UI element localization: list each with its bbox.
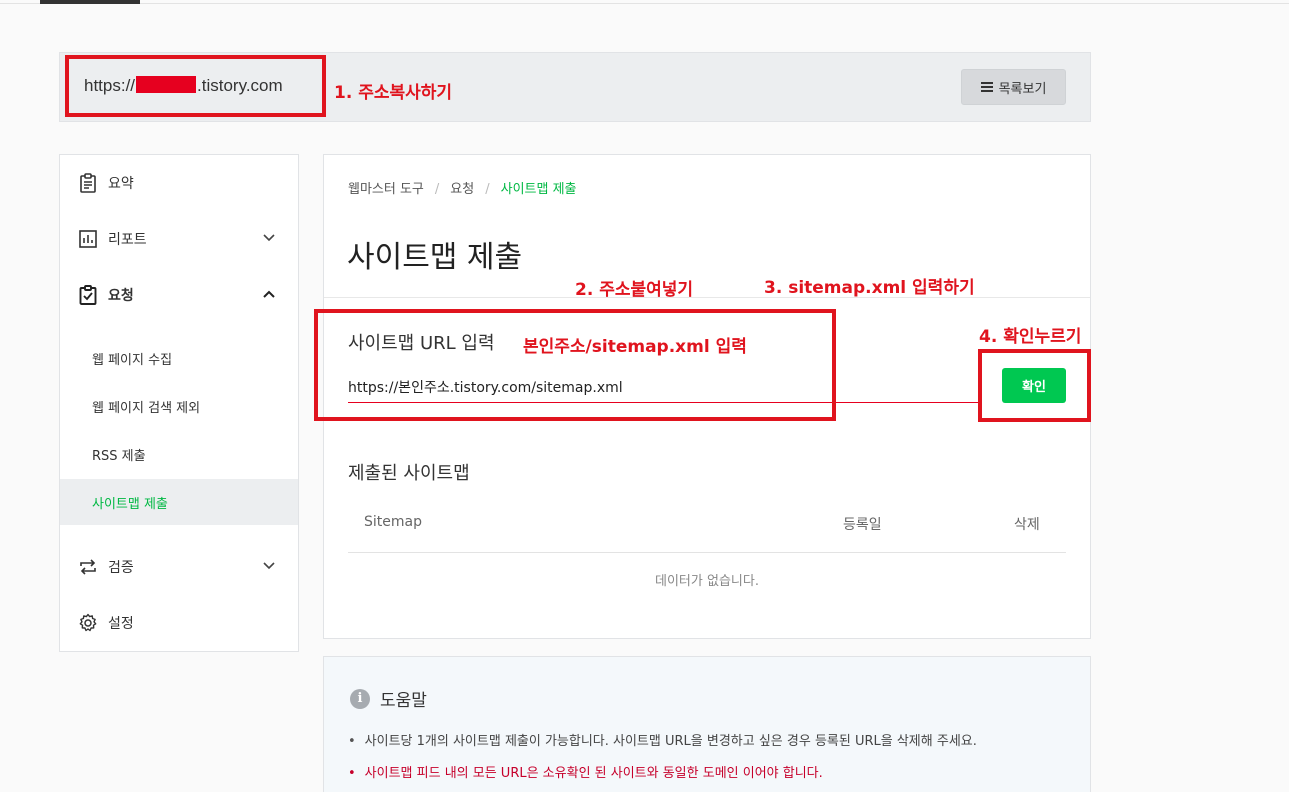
clipboard-icon bbox=[78, 173, 98, 193]
sidebar-subitem-label: 웹 페이지 검색 제외 bbox=[92, 400, 201, 416]
annotation-box-confirm bbox=[978, 349, 1091, 422]
swap-arrows-icon bbox=[78, 557, 98, 577]
top-tab-bar bbox=[0, 0, 1289, 4]
sidebar-item-settings[interactable]: 설정 bbox=[60, 603, 298, 643]
submitted-sitemap-title: 제출된 사이트맵 bbox=[348, 463, 470, 484]
chevron-up-icon bbox=[263, 290, 275, 298]
empty-table-message: 데이터가 없습니다. bbox=[655, 574, 759, 589]
breadcrumb-separator: / bbox=[485, 182, 490, 197]
sidebar-subitem-sitemap[interactable]: 사이트맵 제출 bbox=[60, 479, 298, 525]
sidebar-item-label: 요청 bbox=[108, 288, 134, 304]
list-view-button[interactable]: 목록보기 bbox=[961, 69, 1066, 105]
breadcrumb-current: 사이트맵 제출 bbox=[500, 182, 577, 197]
info-icon: i bbox=[350, 688, 370, 709]
sidebar-item-label: 요약 bbox=[108, 176, 134, 192]
annotation-step2: 2. 주소붙여넣기 bbox=[575, 280, 694, 300]
clipboard-check-icon bbox=[78, 285, 98, 305]
table-header-sitemap: Sitemap bbox=[364, 514, 422, 530]
help-title-text: 도움말 bbox=[380, 691, 427, 711]
sidebar-item-label: 리포트 bbox=[108, 232, 147, 248]
breadcrumb-item[interactable]: 요청 bbox=[450, 182, 474, 197]
help-title: i 도움말 bbox=[350, 686, 427, 711]
table-header-date: 등록일 bbox=[843, 517, 882, 533]
gear-icon bbox=[78, 613, 98, 633]
annotation-box-input bbox=[314, 309, 836, 421]
annotation-step1: 1. 주소복사하기 bbox=[334, 83, 453, 103]
bar-chart-icon bbox=[78, 229, 98, 249]
annotation-step4: 4. 확인누르기 bbox=[979, 327, 1082, 347]
list-view-label: 목록보기 bbox=[998, 81, 1047, 97]
sidebar-subitem-page-collect[interactable]: 웹 페이지 수집 bbox=[60, 335, 298, 381]
sidebar-subitem-rss[interactable]: RSS 제출 bbox=[60, 431, 298, 477]
section-divider bbox=[324, 297, 1090, 298]
sidebar-item-request[interactable]: 요청 bbox=[60, 275, 298, 315]
list-icon bbox=[980, 82, 993, 92]
sidebar-item-summary[interactable]: 요약 bbox=[60, 163, 298, 203]
active-tab-indicator bbox=[40, 0, 140, 4]
sidebar: 요약 리포트 요청 웹 페이지 수집 웹 페이지 검색 제외 RSS 제출 사이… bbox=[59, 154, 299, 652]
sidebar-subitem-label: 사이트맵 제출 bbox=[92, 496, 168, 512]
sidebar-item-label: 설정 bbox=[108, 616, 134, 632]
breadcrumb-separator: / bbox=[434, 182, 440, 197]
annotation-step3: 3. sitemap.xml 입력하기 bbox=[764, 278, 975, 298]
table-divider bbox=[348, 552, 1066, 553]
sidebar-item-report[interactable]: 리포트 bbox=[60, 219, 298, 259]
page-title: 사이트맵 제출 bbox=[347, 240, 523, 275]
breadcrumb: 웹마스터 도구 / 요청 / 사이트맵 제출 bbox=[348, 178, 577, 197]
sidebar-item-verify[interactable]: 검증 bbox=[60, 547, 298, 587]
help-bullet: 사이트당 1개의 사이트맵 제출이 가능합니다. 사이트맵 URL을 변경하고 … bbox=[348, 730, 977, 749]
sidebar-item-label: 검증 bbox=[108, 560, 134, 576]
breadcrumb-item[interactable]: 웹마스터 도구 bbox=[348, 182, 424, 197]
table-header-delete: 삭제 bbox=[1014, 517, 1040, 533]
chevron-down-icon bbox=[263, 234, 275, 242]
sidebar-subitem-label: RSS 제출 bbox=[92, 448, 146, 464]
annotation-box-url bbox=[65, 55, 326, 117]
sidebar-subitem-page-exclude[interactable]: 웹 페이지 검색 제외 bbox=[60, 383, 298, 429]
chevron-down-icon bbox=[263, 562, 275, 570]
sidebar-subitem-label: 웹 페이지 수집 bbox=[92, 352, 173, 368]
help-bullet-warning: 사이트맵 피드 내의 모든 URL은 소유확인 된 사이트와 동일한 도메인 이… bbox=[348, 762, 823, 781]
annotation-inline-note: 본인주소/sitemap.xml 입력 bbox=[523, 337, 747, 357]
